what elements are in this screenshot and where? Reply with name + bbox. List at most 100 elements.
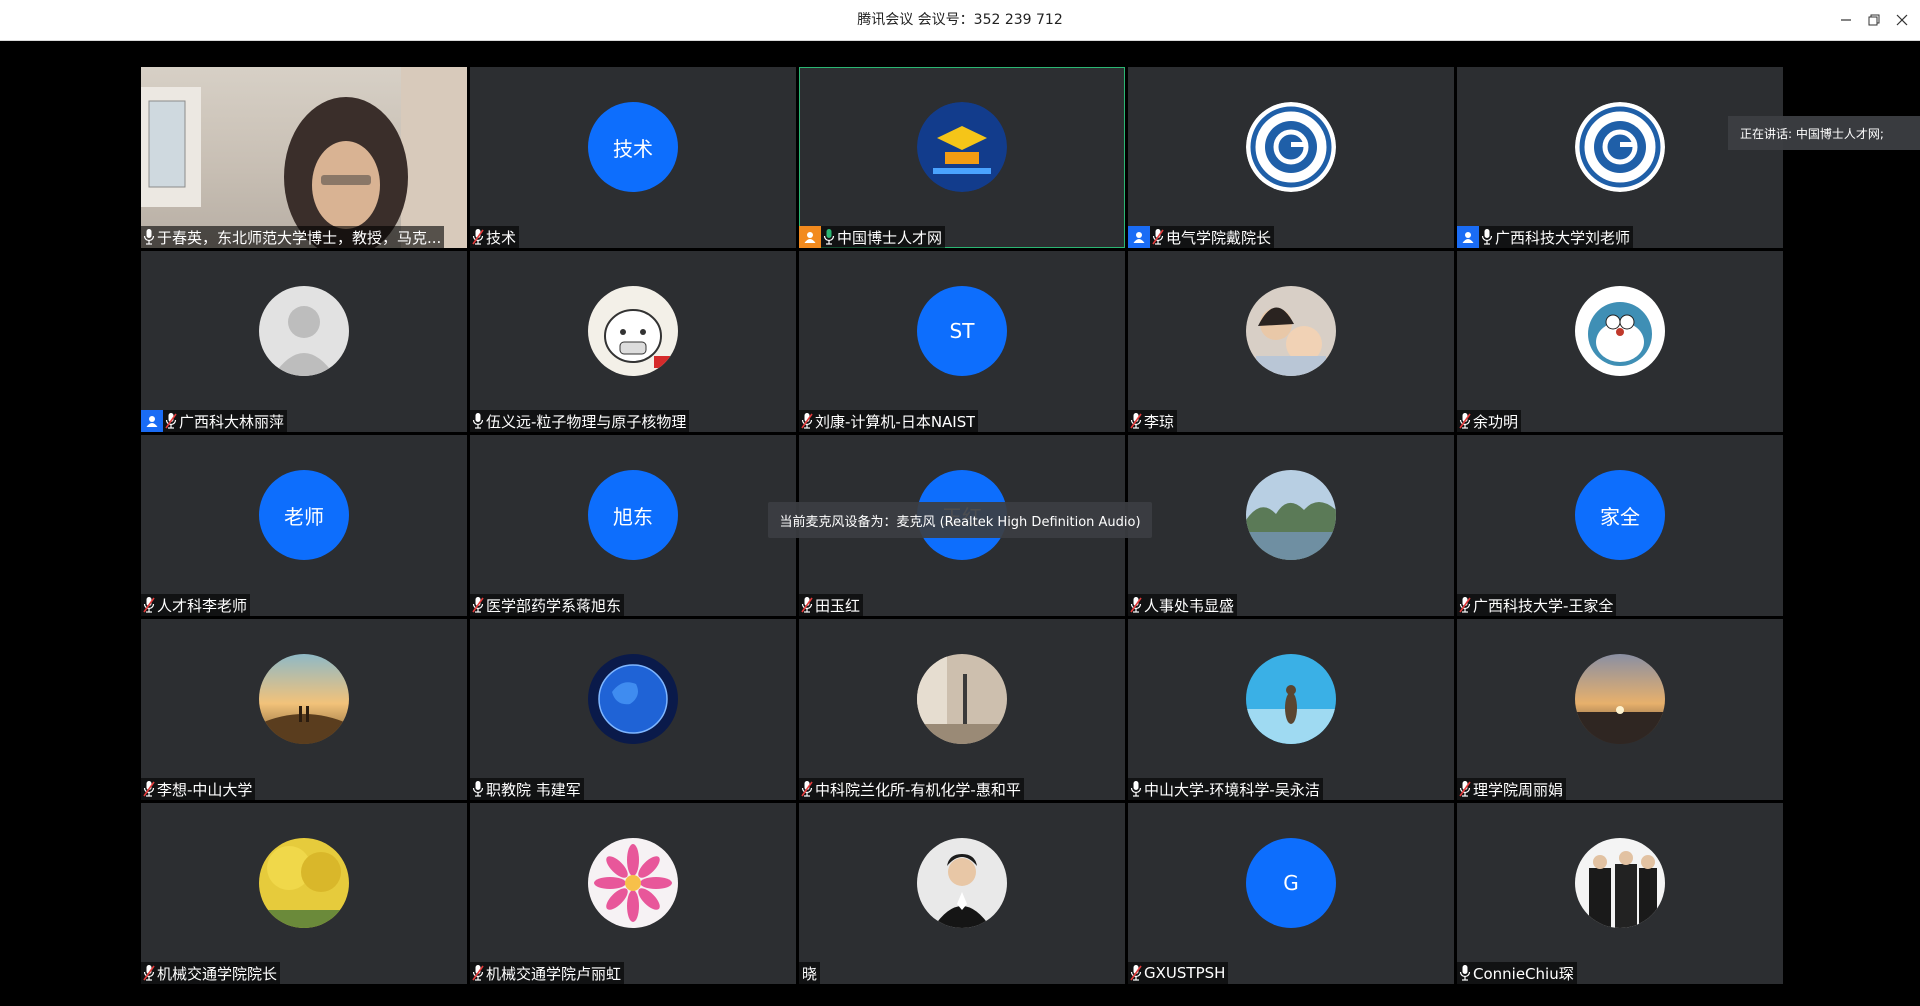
participant-tile[interactable]: 晓 xyxy=(799,803,1125,984)
participant-name-bar: 人才科李老师 xyxy=(141,594,251,616)
avatar-initials: ST xyxy=(949,319,975,343)
participant-name: 机械交通学院卢丽虹 xyxy=(486,964,622,983)
participant-name: 广西科大林丽萍 xyxy=(179,412,285,431)
mic-muted-icon xyxy=(470,228,486,246)
role-badge-icon xyxy=(1457,226,1479,248)
participant-tile[interactable]: 中山大学-环境科学-吴永洁 xyxy=(1128,619,1454,800)
participant-name-bar: 人事处韦显盛 xyxy=(1128,594,1238,616)
participant-avatar: 技术 xyxy=(588,102,678,192)
participant-avatar xyxy=(588,654,678,744)
participant-name-bar: 职教院 韦建军 xyxy=(470,778,584,800)
mic-muted-icon xyxy=(1457,596,1473,614)
participant-name: 刘康-计算机-日本NAIST xyxy=(815,412,976,431)
participant-name-bar: 理学院周丽娟 xyxy=(1457,778,1567,800)
mic-muted-icon xyxy=(799,596,815,614)
mic-muted-icon xyxy=(141,780,157,798)
minimize-icon xyxy=(1841,19,1851,21)
participant-name-bar: 技术 xyxy=(470,226,520,248)
mic-muted-icon xyxy=(163,412,179,430)
participant-tile[interactable]: G GXUSTPSH xyxy=(1128,803,1454,984)
mic-muted-icon xyxy=(470,964,486,982)
participant-name-bar: 刘康-计算机-日本NAIST xyxy=(799,410,979,432)
restore-icon xyxy=(1868,14,1880,26)
participant-name-bar: 广西科大林丽萍 xyxy=(141,410,288,432)
participant-tile[interactable]: 人事处韦显盛 xyxy=(1128,435,1454,616)
participant-avatar xyxy=(588,286,678,376)
participant-video xyxy=(141,67,467,248)
window-title: 腾讯会议 会议号：352 239 712 xyxy=(857,12,1063,28)
close-button[interactable] xyxy=(1888,0,1916,40)
participant-name: 职教院 韦建军 xyxy=(486,780,581,799)
mic-muted-icon xyxy=(1128,596,1144,614)
participant-tile[interactable]: 理学院周丽娟 xyxy=(1457,619,1783,800)
avatar-initials: 家全 xyxy=(1600,504,1640,529)
restore-button[interactable] xyxy=(1860,0,1888,40)
participant-name: 广西科技大学刘老师 xyxy=(1495,228,1631,247)
participant-tile[interactable]: 旭东医学部药学系蒋旭东 xyxy=(470,435,796,616)
mic-icon xyxy=(470,412,486,430)
participant-name: 电气学院戴院长 xyxy=(1166,228,1272,247)
participant-name-bar: 李琼 xyxy=(1128,410,1178,432)
participant-name: 人才科李老师 xyxy=(157,596,248,615)
participant-avatar xyxy=(1575,654,1665,744)
participant-name-bar: 医学部药学系蒋旭东 xyxy=(470,594,625,616)
participant-tile[interactable]: ConnieChiu琛 xyxy=(1457,803,1783,984)
participant-tile[interactable]: 机械交通学院卢丽虹 xyxy=(470,803,796,984)
participant-name: 田玉红 xyxy=(815,596,861,615)
participant-name-bar: 李想-中山大学 xyxy=(141,778,256,800)
participant-avatar xyxy=(917,654,1007,744)
participant-name-bar: 晓 xyxy=(799,962,821,984)
participant-avatar xyxy=(259,286,349,376)
participant-tile[interactable]: 广西科技大学刘老师 xyxy=(1457,67,1783,248)
title-bar: 腾讯会议 会议号：352 239 712 xyxy=(0,0,1920,41)
participant-name: 中山大学-环境科学-吴永洁 xyxy=(1144,780,1320,799)
participant-tile[interactable]: 于春英，东北师范大学博士，教授，马克... xyxy=(141,67,467,248)
avatar-initials: 技术 xyxy=(613,136,653,161)
participant-tile[interactable]: 机械交通学院院长 xyxy=(141,803,467,984)
participant-name-bar: 广西科技大学刘老师 xyxy=(1457,226,1634,248)
mic-icon xyxy=(470,780,486,798)
participant-name: 中科院兰化所-有机化学-惠和平 xyxy=(815,780,1021,799)
participant-name-bar: 电气学院戴院长 xyxy=(1128,226,1275,248)
close-icon xyxy=(1896,14,1908,26)
participant-tile[interactable]: 伍义远-粒子物理与原子核物理 xyxy=(470,251,796,432)
role-badge-icon xyxy=(141,410,163,432)
participant-name-bar: 于春英，东北师范大学博士，教授，马克... xyxy=(141,226,445,248)
participant-tile[interactable]: 李想-中山大学 xyxy=(141,619,467,800)
participant-name: 中国博士人才网 xyxy=(837,228,943,247)
participant-name: 技术 xyxy=(486,228,517,247)
mic-muted-icon xyxy=(1150,228,1166,246)
participant-tile[interactable]: 技术 技术 xyxy=(470,67,796,248)
participant-name-bar: 中国博士人才网 xyxy=(799,226,946,248)
participant-tile[interactable]: 电气学院戴院长 xyxy=(1128,67,1454,248)
mic-muted-icon xyxy=(1128,964,1144,982)
minimize-button[interactable] xyxy=(1832,0,1860,40)
participant-tile[interactable]: 老师 人才科李老师 xyxy=(141,435,467,616)
participant-avatar xyxy=(917,102,1007,192)
participant-tile[interactable]: 中国博士人才网 xyxy=(799,67,1125,248)
participant-avatar xyxy=(259,654,349,744)
participant-tile[interactable]: 职教院 韦建军 xyxy=(470,619,796,800)
participant-tile[interactable]: 中科院兰化所-有机化学-惠和平 xyxy=(799,619,1125,800)
participant-name-bar: 中科院兰化所-有机化学-惠和平 xyxy=(799,778,1024,800)
participant-name: 李想-中山大学 xyxy=(157,780,253,799)
participant-avatar xyxy=(1575,102,1665,192)
mic-muted-icon xyxy=(1457,412,1473,430)
participant-tile[interactable]: 李琼 xyxy=(1128,251,1454,432)
participant-tile[interactable]: 余功明 xyxy=(1457,251,1783,432)
participant-tile[interactable]: 广西科大林丽萍 xyxy=(141,251,467,432)
participant-tile[interactable]: ST 刘康-计算机-日本NAIST xyxy=(799,251,1125,432)
participant-avatar xyxy=(1246,470,1336,560)
participant-name: 余功明 xyxy=(1473,412,1519,431)
participant-avatar xyxy=(917,838,1007,928)
participant-tile[interactable]: 家全广西科技大学-王家全 xyxy=(1457,435,1783,616)
participant-avatar: 旭东 xyxy=(588,470,678,560)
participant-name: 广西科技大学-王家全 xyxy=(1473,596,1614,615)
mic-muted-icon xyxy=(1457,780,1473,798)
mic-icon xyxy=(1128,780,1144,798)
speaking-indicator: 正在讲话: 中国博士人才网; xyxy=(1728,116,1920,150)
participant-avatar xyxy=(259,838,349,928)
participant-name-bar: 机械交通学院卢丽虹 xyxy=(470,962,625,984)
participant-name: GXUSTPSH xyxy=(1144,964,1226,982)
participant-name: 李琼 xyxy=(1144,412,1175,431)
